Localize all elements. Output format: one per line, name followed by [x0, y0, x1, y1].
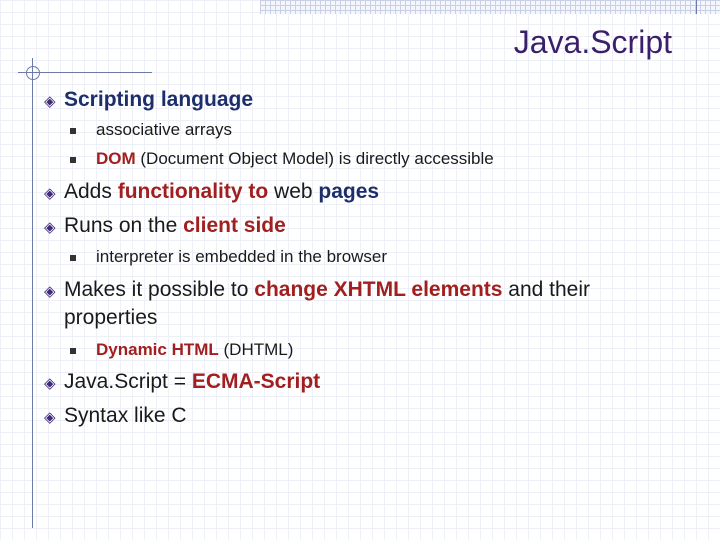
- bullet-text: Adds: [64, 180, 118, 203]
- bullet-text-strong: ECMA-Script: [191, 370, 321, 393]
- bullet-runs-client-side: ◈ Runs on the client side: [44, 214, 286, 238]
- bullet-text: Syntax like C: [64, 404, 187, 427]
- bullet-text: Runs on the: [64, 214, 184, 237]
- bullet-associative-arrays: associative arrays: [96, 120, 232, 140]
- diamond-bullet-icon: ◈: [44, 185, 56, 202]
- decorative-circle: [26, 66, 40, 80]
- bullet-text: (Document Object Model) is directly acce…: [135, 149, 494, 168]
- square-bullet-icon: [70, 255, 76, 261]
- bullet-text: web: [268, 180, 319, 203]
- square-bullet-icon: [70, 157, 76, 163]
- bullet-makes-possible: ◈ Makes it possible to change XHTML elem…: [44, 278, 590, 302]
- square-bullet-icon: [70, 128, 76, 134]
- decorative-vertical-line: [32, 58, 33, 528]
- bullet-text-strong: pages: [318, 180, 380, 203]
- bullet-text-strong: Dynamic HTML: [96, 340, 219, 359]
- bullet-text-strong: functionality to: [117, 180, 269, 203]
- bullet-text: properties: [64, 306, 158, 329]
- bullet-dom: DOM (Document Object Model) is directly …: [96, 149, 494, 169]
- diamond-bullet-icon: ◈: [44, 283, 56, 300]
- bullet-text: associative arrays: [96, 120, 233, 139]
- bullet-text: Scripting language: [64, 88, 254, 111]
- slide-background: [0, 0, 720, 540]
- bullet-dhtml: Dynamic HTML (DHTML): [96, 340, 293, 360]
- slide-title: Java.Script: [513, 24, 672, 60]
- bullet-ecma-script: ◈ Java.Script = ECMA-Script: [44, 370, 320, 394]
- bullet-syntax-like-c: ◈ Syntax like C: [44, 404, 187, 428]
- diamond-bullet-icon: ◈: [44, 375, 56, 392]
- diamond-bullet-icon: ◈: [44, 409, 56, 426]
- bullet-text: (DHTML): [218, 340, 294, 359]
- decorative-rule: [696, 0, 697, 14]
- bullet-text-strong: change XHTML elements: [254, 278, 503, 301]
- bullet-text: Java.Script =: [64, 370, 192, 393]
- square-bullet-icon: [70, 348, 76, 354]
- bullet-makes-possible-cont: properties: [64, 306, 157, 330]
- bullet-adds-functionality: ◈ Adds functionality to web pages: [44, 180, 379, 204]
- bullet-text-strong: DOM: [96, 149, 136, 168]
- diamond-bullet-icon: ◈: [44, 219, 56, 236]
- bullet-text: and their: [502, 278, 591, 301]
- bullet-text-strong: client side: [183, 214, 286, 237]
- header-band: [260, 0, 720, 14]
- bullet-text: interpreter is embedded in the browser: [96, 247, 388, 266]
- bullet-text: Makes it possible to: [64, 278, 255, 301]
- bullet-scripting-language: ◈ Scripting language: [44, 88, 253, 112]
- diamond-bullet-icon: ◈: [44, 93, 56, 110]
- bullet-interpreter: interpreter is embedded in the browser: [96, 247, 387, 267]
